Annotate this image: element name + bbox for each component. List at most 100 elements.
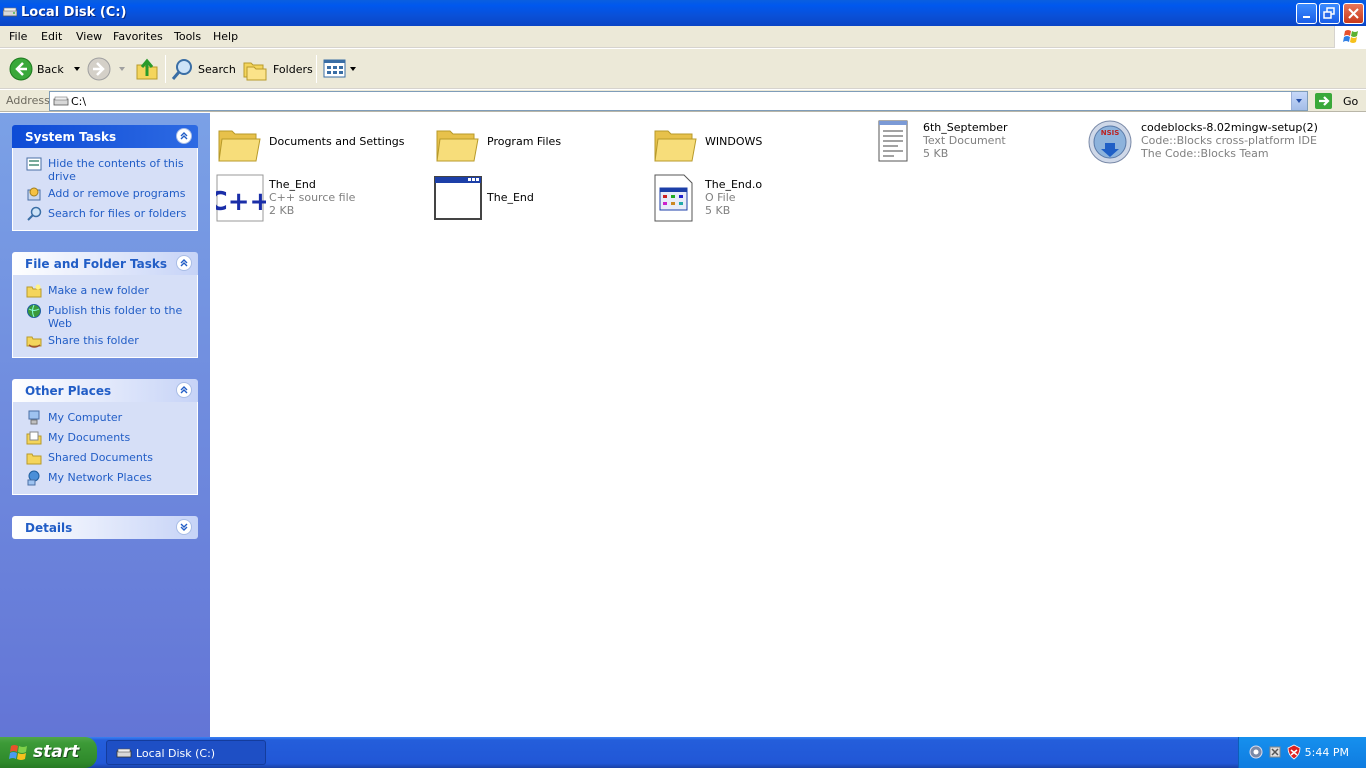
place-my-documents[interactable]: My Documents — [13, 430, 197, 450]
taskbar-window-button[interactable]: Local Disk (C:) — [106, 740, 266, 765]
back-label: Back — [37, 62, 64, 76]
search-label: Search — [198, 62, 236, 76]
file-item[interactable]: The_End.o O File 5 KB — [652, 174, 862, 224]
windows-logo-icon — [1334, 26, 1366, 48]
dropdown-arrow-icon — [119, 67, 125, 71]
collapse-chevron-icon[interactable] — [176, 382, 192, 398]
menu-help[interactable]: Help — [213, 30, 238, 43]
views-icon — [323, 59, 346, 78]
file-item[interactable]: Program Files — [434, 119, 644, 169]
installer-icon: NSIS — [1088, 120, 1132, 164]
up-folder-icon — [136, 58, 158, 80]
address-dropdown-button[interactable] — [1291, 92, 1307, 110]
search-icon — [171, 59, 192, 80]
dropdown-arrow-icon[interactable] — [72, 64, 84, 74]
folder-icon — [654, 130, 697, 162]
network-icon — [27, 470, 40, 486]
menu-view[interactable]: View — [76, 30, 102, 43]
up-folder-button[interactable] — [135, 55, 159, 83]
drive-icon — [53, 96, 69, 106]
system-tasks-header[interactable]: System Tasks — [12, 125, 198, 148]
other-places-title: Other Places — [25, 384, 112, 398]
address-value: C:\ — [71, 95, 87, 108]
taskbar-window-label: Local Disk (C:) — [136, 747, 216, 760]
go-button[interactable]: Go — [1314, 91, 1358, 111]
file-item[interactable]: WINDOWS — [652, 119, 862, 169]
search-button[interactable]: Search — [171, 55, 236, 83]
svg-text:C++: C++ — [216, 187, 266, 217]
other-places-header[interactable]: Other Places — [12, 379, 198, 402]
task-add-remove-programs[interactable]: Add or remove programs — [13, 186, 197, 206]
menu-file[interactable]: File — [9, 30, 27, 43]
new-folder-icon — [26, 284, 42, 298]
svg-text:NSIS: NSIS — [1101, 129, 1120, 137]
file-folder-tasks-panel: File and Folder Tasks Make a new folder … — [12, 252, 198, 358]
start-button[interactable]: start — [0, 737, 97, 768]
minimize-button[interactable] — [1296, 3, 1317, 24]
text-document-icon — [878, 120, 908, 162]
address-input[interactable]: C:\ — [49, 91, 1308, 111]
object-file-icon — [654, 174, 693, 222]
close-button[interactable] — [1343, 3, 1364, 24]
file-item[interactable]: C++ The_End C++ source file 2 KB — [216, 174, 426, 224]
task-pane: System Tasks Hide the contents of this d… — [0, 113, 210, 737]
collapse-chevron-icon[interactable] — [176, 255, 192, 271]
go-arrow-icon — [1315, 93, 1332, 109]
file-item[interactable]: Documents and Settings — [216, 119, 426, 169]
toolbar: Back Search Folders — [0, 49, 1366, 89]
application-icon — [434, 176, 482, 220]
task-hide-contents[interactable]: Hide the contents of this drive — [13, 156, 197, 186]
collapse-chevron-icon[interactable] — [176, 128, 192, 144]
forward-arrow-icon — [87, 57, 111, 81]
restore-button[interactable] — [1319, 3, 1340, 24]
place-my-network-places[interactable]: My Network Places — [13, 470, 197, 490]
forward-button[interactable] — [86, 55, 129, 83]
menu-bar: File Edit View Favorites Tools Help — [0, 26, 1366, 48]
menu-edit[interactable]: Edit — [41, 30, 62, 43]
file-item[interactable]: 6th_September Text Document 5 KB — [870, 119, 1080, 169]
folders-button[interactable]: Folders — [243, 55, 313, 83]
cpp-file-icon: C++ — [216, 174, 266, 222]
alert-shield-icon[interactable] — [1286, 744, 1302, 760]
file-item[interactable]: The_End — [434, 174, 644, 224]
place-shared-documents[interactable]: Shared Documents — [13, 450, 197, 470]
dropdown-arrow-icon — [350, 67, 356, 71]
views-button[interactable] — [323, 55, 357, 83]
task-new-folder[interactable]: Make a new folder — [13, 283, 197, 303]
task-share-folder[interactable]: Share this folder — [13, 333, 197, 353]
expand-chevron-icon[interactable] — [176, 519, 192, 535]
shared-folder-icon — [26, 453, 42, 465]
security-shield-icon[interactable] — [1267, 744, 1283, 760]
window-title: Local Disk (C:) — [21, 5, 127, 20]
details-title: Details — [25, 521, 73, 535]
documents-icon — [26, 431, 42, 445]
add-remove-programs-icon — [27, 187, 41, 201]
computer-icon — [28, 410, 40, 425]
file-item[interactable]: NSIS codeblocks-8.02mingw-setup(2) Code:… — [1088, 119, 1358, 169]
system-tasks-panel: System Tasks Hide the contents of this d… — [12, 125, 198, 231]
publish-web-icon — [27, 304, 41, 318]
menu-favorites[interactable]: Favorites — [113, 30, 163, 43]
file-list[interactable]: Documents and Settings Program Files WIN… — [210, 113, 1366, 737]
details-header[interactable]: Details — [12, 516, 198, 539]
system-tasks-title: System Tasks — [25, 130, 117, 144]
back-button[interactable]: Back — [8, 55, 84, 83]
search-icon — [27, 206, 42, 221]
menu-tools[interactable]: Tools — [174, 30, 201, 43]
file-folder-tasks-header[interactable]: File and Folder Tasks — [12, 252, 198, 275]
address-label: Address — [6, 94, 50, 107]
drive-icon — [3, 7, 17, 17]
other-places-panel: Other Places My Computer My Documents Sh… — [12, 379, 198, 495]
taskbar: start Local Disk (C:) 5:44 PM — [0, 737, 1366, 768]
network-status-icon[interactable] — [1248, 744, 1264, 760]
title-bar[interactable]: Local Disk (C:) — [0, 0, 1366, 26]
start-label: start — [33, 742, 80, 762]
folders-label: Folders — [273, 62, 313, 76]
task-publish-web[interactable]: Publish this folder to the Web — [13, 303, 197, 333]
go-label: Go — [1343, 94, 1359, 108]
place-my-computer[interactable]: My Computer — [13, 410, 197, 430]
task-search-files[interactable]: Search for files or folders — [13, 206, 197, 226]
restore-icon — [1323, 7, 1335, 19]
minimize-icon — [1303, 16, 1310, 18]
back-arrow-icon — [9, 57, 33, 81]
